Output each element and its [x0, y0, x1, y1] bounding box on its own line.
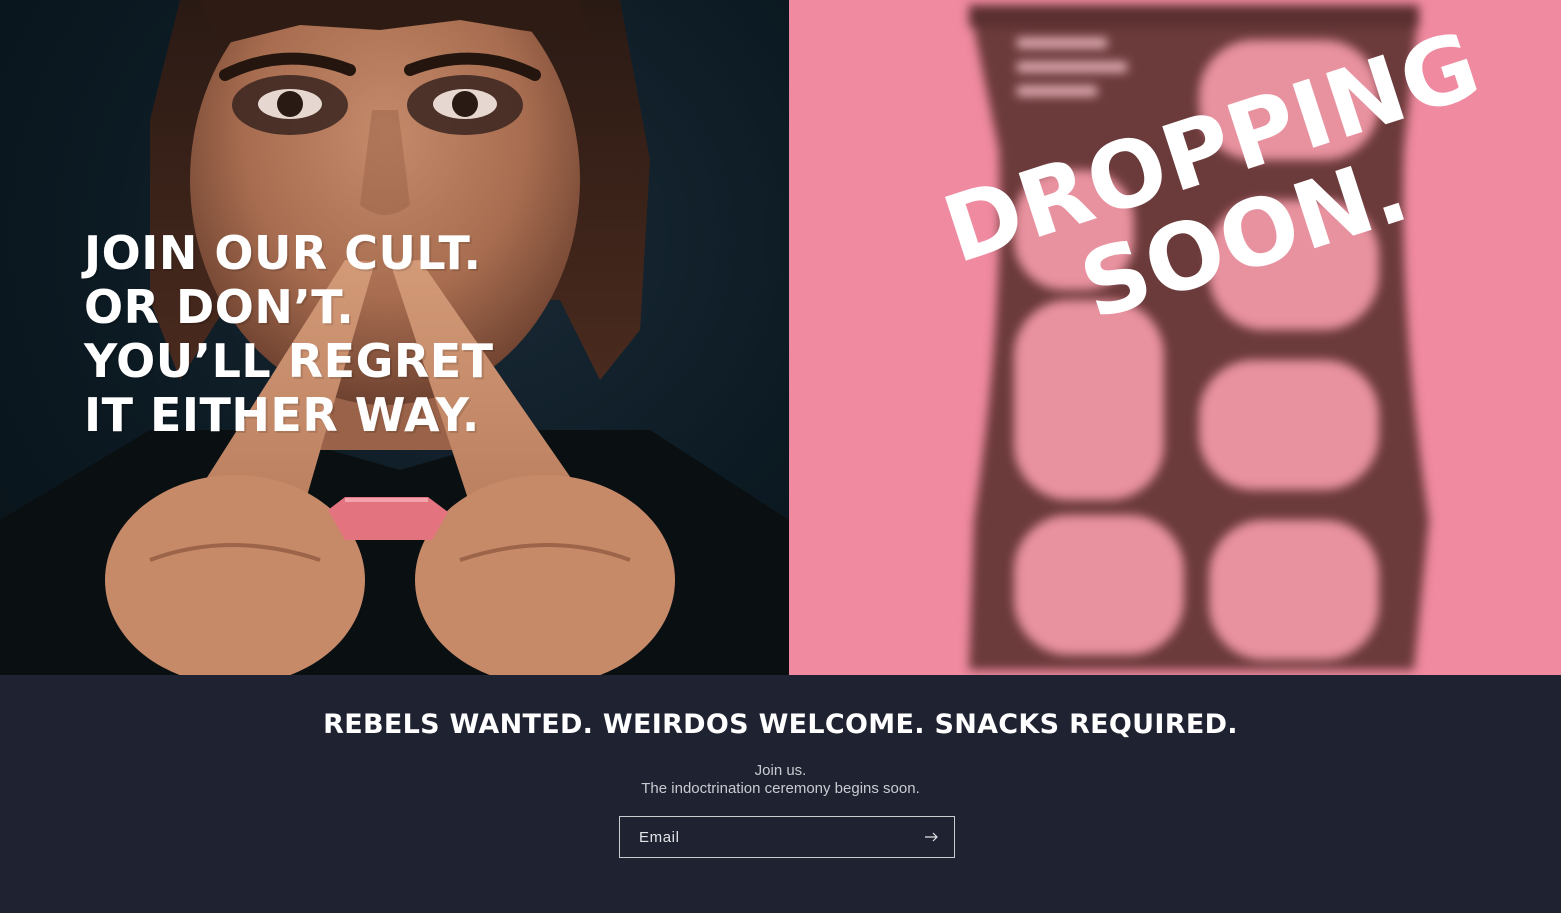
- newsletter-section: Rebels wanted. Weirdos welcome. Snacks r…: [0, 675, 1561, 913]
- hero-left-panel: Join our cult. Or don’t. You’ll regret i…: [0, 0, 789, 675]
- email-field[interactable]: [620, 817, 910, 857]
- newsletter-subtext: Join us.: [754, 762, 807, 779]
- newsletter-subtext: The indoctrination ceremony begins soon.: [641, 780, 920, 797]
- subscribe-button[interactable]: [910, 817, 954, 857]
- hero-section: Join our cult. Or don’t. You’ll regret i…: [0, 0, 1561, 675]
- hero-headline-line: You’ll regret: [84, 334, 494, 388]
- newsletter-tagline: Rebels wanted. Weirdos welcome. Snacks r…: [323, 709, 1238, 740]
- arrow-right-icon: [925, 832, 938, 842]
- hero-headline: Join our cult. Or don’t. You’ll regret i…: [84, 226, 494, 442]
- email-form: [619, 816, 955, 858]
- hero-headline-line: Join our cult.: [84, 226, 482, 280]
- hero-headline-line: Or don’t.: [84, 280, 355, 334]
- hero-right-panel: Dropping soon.: [789, 0, 1561, 675]
- hero-headline-line: it either way.: [84, 388, 480, 442]
